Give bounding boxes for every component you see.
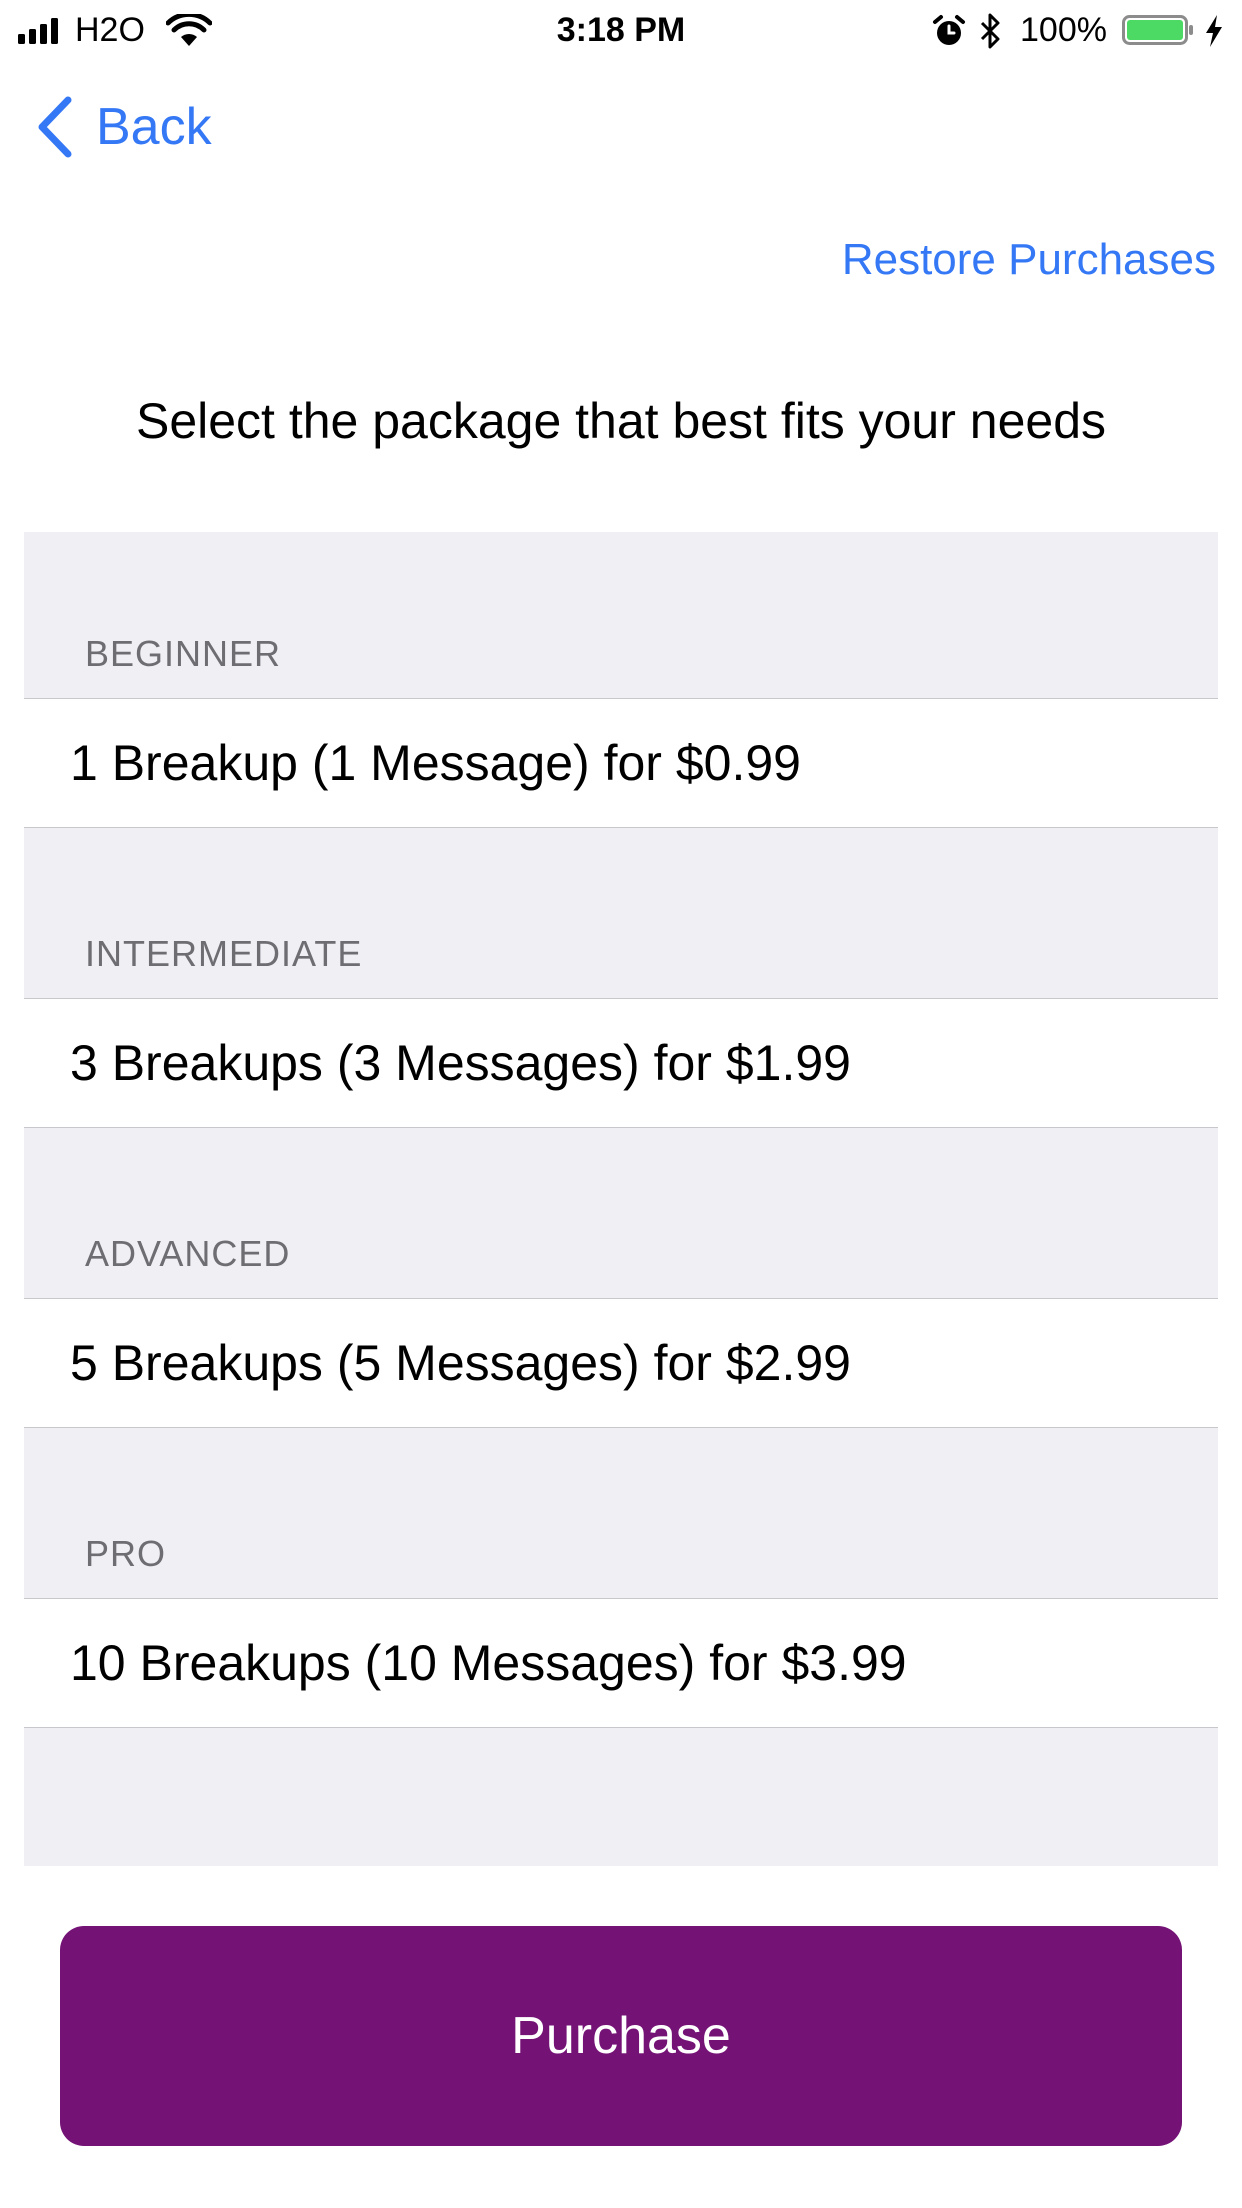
package-row-beginner[interactable]: 1 Breakup (1 Message) for $0.99 [24,698,1218,828]
restore-purchases-button[interactable]: Restore Purchases [842,232,1216,288]
bluetooth-icon [980,13,1000,49]
alarm-icon [933,15,965,45]
page-title: Select the package that best fits your n… [135,393,1107,449]
package-row-intermediate[interactable]: 3 Breakups (3 Messages) for $1.99 [24,998,1218,1128]
package-list: BEGINNER 1 Breakup (1 Message) for $0.99… [24,532,1218,1866]
package-label: 5 Breakups (5 Messages) for $2.99 [70,1335,851,1391]
charging-bolt-icon [1206,15,1222,47]
back-label: Back [96,98,212,156]
package-label: 3 Breakups (3 Messages) for $1.99 [70,1035,851,1091]
package-row-pro[interactable]: 10 Breakups (10 Messages) for $3.99 [24,1598,1218,1728]
battery-percent: 100% [1020,11,1107,49]
section-header-intermediate: INTERMEDIATE [85,933,363,974]
package-label: 1 Breakup (1 Message) for $0.99 [70,735,801,791]
back-button[interactable]: Back [36,92,212,162]
section-header-pro: PRO [85,1533,167,1574]
package-row-advanced[interactable]: 5 Breakups (5 Messages) for $2.99 [24,1298,1218,1428]
battery-icon [1122,15,1193,45]
status-bar: H2O 3:18 PM 100% [0,0,1242,60]
purchase-button[interactable]: Purchase [60,1926,1182,2146]
section-header-advanced: ADVANCED [85,1233,291,1274]
chevron-left-icon [38,96,72,158]
section-header-beginner: BEGINNER [85,633,282,674]
package-label: 10 Breakups (10 Messages) for $3.99 [70,1635,907,1691]
